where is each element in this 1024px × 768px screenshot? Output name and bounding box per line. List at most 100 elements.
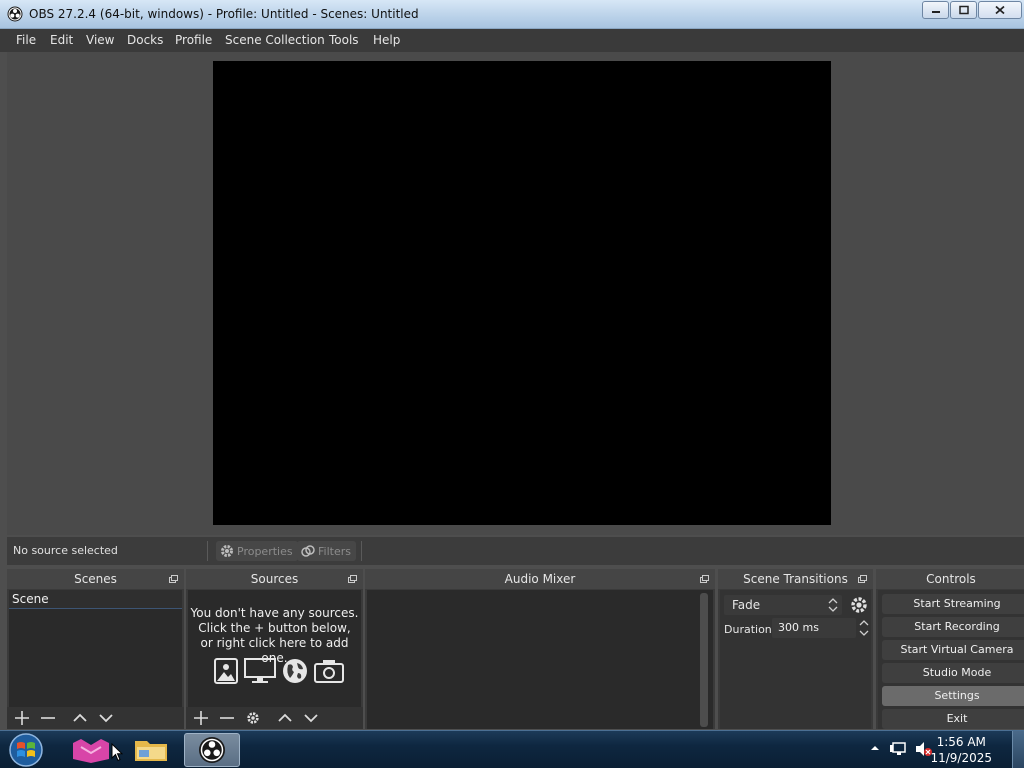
controls-dock: Controls Start Streaming Start Recording…	[876, 569, 1024, 729]
duration-stepper-icon[interactable]	[857, 617, 871, 639]
obs-logo-icon	[7, 6, 23, 22]
menu-bar: File Edit View Docks Profile Scene Colle…	[0, 29, 1024, 52]
start-recording-button[interactable]: Start Recording	[882, 617, 1024, 637]
image-source-icon	[214, 658, 238, 684]
mixer-scrollbar[interactable]	[700, 593, 708, 727]
mouse-cursor-icon	[111, 743, 123, 762]
sources-dock: Sources You don't have any sources. Clic…	[186, 569, 363, 729]
close-button[interactable]	[978, 1, 1022, 19]
properties-label: Properties	[237, 544, 293, 558]
audio-mixer-dock-header[interactable]: Audio Mixer	[365, 569, 715, 589]
taskbar-obs[interactable]	[184, 733, 240, 767]
start-button-icon[interactable]	[6, 732, 46, 768]
browser-source-icon	[283, 659, 307, 683]
no-source-label: No source selected	[13, 544, 118, 557]
audio-mixer-dock: Audio Mixer	[365, 569, 715, 729]
source-toolbar: No source selected Properties Filters	[7, 537, 1024, 565]
remove-scene-icon[interactable]	[40, 711, 56, 725]
sources-dock-header[interactable]: Sources	[186, 569, 363, 589]
no-sources-line: You don't have any sources.	[190, 606, 359, 620]
float-dock-icon[interactable]	[169, 575, 178, 583]
no-sources-line: Click the + button below,	[198, 621, 351, 635]
preview-canvas[interactable]	[213, 61, 831, 525]
network-icon[interactable]	[890, 741, 908, 757]
duration-input[interactable]: 300 ms	[772, 618, 856, 638]
scene-transitions-dock-title: Scene Transitions	[743, 572, 848, 586]
move-up-icon[interactable]	[72, 711, 88, 725]
start-virtual-camera-button[interactable]: Start Virtual Camera	[882, 640, 1024, 660]
system-clock[interactable]: 1:56 AM 11/9/2025	[930, 734, 992, 766]
settings-button[interactable]: Settings	[882, 686, 1024, 706]
gear-icon[interactable]	[245, 711, 261, 725]
controls-dock-title: Controls	[926, 572, 976, 586]
duration-value: 300 ms	[778, 621, 819, 634]
remove-source-icon[interactable]	[219, 711, 235, 725]
no-sources-message: You don't have any sources. Click the + …	[188, 606, 361, 666]
transition-settings-gear-icon[interactable]	[849, 595, 869, 615]
scene-name: Scene	[12, 592, 49, 606]
folder-icon	[135, 741, 167, 761]
sources-dock-title: Sources	[250, 572, 299, 586]
obs-window: OBS 27.2.4 (64-bit, windows) - Profile: …	[0, 0, 1024, 730]
audio-mixer-dock-title: Audio Mixer	[504, 572, 576, 586]
menu-file[interactable]: File	[16, 33, 36, 47]
minimize-button[interactable]	[922, 1, 949, 19]
toolbar-divider	[207, 541, 208, 561]
show-hidden-icons-icon[interactable]	[870, 741, 880, 755]
start-streaming-button[interactable]: Start Streaming	[882, 594, 1024, 614]
duration-label: Duration	[724, 623, 772, 636]
transition-select[interactable]: Fade	[724, 595, 842, 615]
filters-label: Filters	[318, 544, 351, 558]
show-desktop-button[interactable]	[1012, 731, 1024, 768]
float-dock-icon[interactable]	[348, 575, 357, 583]
menu-edit[interactable]: Edit	[50, 33, 73, 47]
move-down-icon[interactable]	[303, 711, 319, 725]
move-down-icon[interactable]	[98, 711, 114, 725]
scenes-dock-title: Scenes	[74, 572, 117, 586]
menu-scene-collection[interactable]: Scene Collection	[225, 33, 325, 47]
transition-select-value: Fade	[732, 598, 761, 612]
exit-button[interactable]: Exit	[882, 709, 1024, 729]
controls-dock-header[interactable]: Controls	[876, 569, 1024, 589]
filters-button[interactable]: Filters	[297, 541, 356, 561]
float-dock-icon[interactable]	[858, 575, 867, 583]
window-title: OBS 27.2.4 (64-bit, windows) - Profile: …	[29, 7, 419, 21]
toolbar-divider	[361, 541, 362, 561]
gear-icon	[221, 545, 233, 557]
sources-toolbar	[186, 707, 363, 729]
spin-arrows-icon	[828, 598, 838, 612]
camera-source-icon	[314, 660, 344, 683]
add-scene-icon[interactable]	[14, 711, 30, 725]
minimize-icon	[931, 11, 940, 13]
audio-mixer-panel[interactable]	[367, 590, 713, 729]
menu-help[interactable]: Help	[373, 33, 400, 47]
scenes-toolbar	[7, 707, 184, 729]
scene-transitions-dock: Scene Transitions Fade Duration 300 ms	[718, 569, 873, 729]
source-type-icons	[214, 658, 344, 684]
properties-button[interactable]: Properties	[216, 541, 298, 561]
menu-tools[interactable]: Tools	[329, 33, 359, 47]
title-bar[interactable]: OBS 27.2.4 (64-bit, windows) - Profile: …	[0, 0, 1024, 29]
obs-logo-icon	[199, 737, 225, 763]
scenes-dock: Scenes Scene	[7, 569, 184, 729]
taskbar-file-explorer[interactable]	[123, 733, 179, 767]
menu-profile[interactable]: Profile	[175, 33, 212, 47]
add-source-icon[interactable]	[193, 711, 209, 725]
menu-view[interactable]: View	[86, 33, 114, 47]
studio-mode-button[interactable]: Studio Mode	[882, 663, 1024, 683]
display-source-icon	[244, 658, 276, 683]
maximize-icon	[958, 5, 969, 15]
filter-icon	[301, 545, 315, 557]
scene-transitions-dock-header[interactable]: Scene Transitions	[718, 569, 873, 589]
taskbar: 1:56 AM 11/9/2025	[0, 730, 1024, 768]
scene-transitions-panel: Fade Duration 300 ms	[720, 590, 871, 729]
clock-date: 11/9/2025	[930, 751, 992, 765]
menu-docks[interactable]: Docks	[127, 33, 163, 47]
maximize-button[interactable]	[950, 1, 977, 19]
controls-panel: Start Streaming Start Recording Start Vi…	[878, 590, 1024, 729]
scenes-dock-header[interactable]: Scenes	[7, 569, 184, 589]
float-dock-icon[interactable]	[700, 575, 709, 583]
scene-list-item[interactable]: Scene	[9, 590, 182, 609]
move-up-icon[interactable]	[277, 711, 293, 725]
clock-time: 1:56 AM	[936, 735, 986, 749]
